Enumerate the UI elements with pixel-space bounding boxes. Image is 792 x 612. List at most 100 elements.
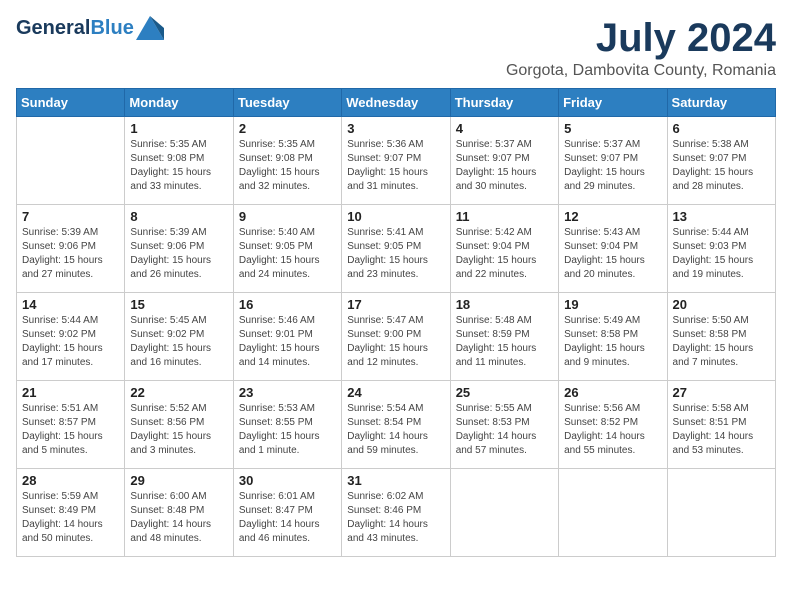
day-number: 18 [456, 297, 553, 312]
day-info: Sunrise: 5:56 AM Sunset: 8:52 PM Dayligh… [564, 402, 661, 458]
calendar-cell: 3 Sunrise: 5:36 AM Sunset: 9:07 PM Daylig… [342, 117, 450, 205]
day-info: Sunrise: 5:51 AM Sunset: 8:57 PM Dayligh… [22, 402, 119, 458]
day-info: Sunrise: 5:58 AM Sunset: 8:51 PM Dayligh… [673, 402, 770, 458]
calendar-cell: 11 Sunrise: 5:42 AM Sunset: 9:04 PM Dayli… [450, 205, 558, 293]
calendar-cell: 30Sunrise: 6:01 AM Sunset: 8:47 PM Dayli… [233, 469, 341, 557]
day-number: 7 [22, 209, 119, 224]
day-number: 22 [130, 385, 227, 400]
day-info: Sunrise: 5:37 AM Sunset: 9:07 PM Dayligh… [564, 138, 661, 194]
day-info: Sunrise: 5:40 AM Sunset: 9:05 PM Dayligh… [239, 226, 336, 282]
day-header-tuesday: Tuesday [233, 89, 341, 117]
calendar-cell: 17Sunrise: 5:47 AM Sunset: 9:00 PM Dayli… [342, 293, 450, 381]
calendar-cell: 14 Sunrise: 5:44 AM Sunset: 9:02 PM Dayli… [17, 293, 125, 381]
calendar-cell: 19Sunrise: 5:49 AM Sunset: 8:58 PM Dayli… [559, 293, 667, 381]
calendar-week-3: 14 Sunrise: 5:44 AM Sunset: 9:02 PM Dayli… [17, 293, 776, 381]
calendar-cell: 23 Sunrise: 5:53 AM Sunset: 8:55 PM Dayli… [233, 381, 341, 469]
day-info: Sunrise: 5:41 AM Sunset: 9:05 PM Dayligh… [347, 226, 444, 282]
calendar-cell: 13 Sunrise: 5:44 AM Sunset: 9:03 PM Dayli… [667, 205, 775, 293]
calendar-cell: 1 Sunrise: 5:35 AM Sunset: 9:08 PM Daylig… [125, 117, 233, 205]
day-number: 5 [564, 121, 661, 136]
day-number: 24 [347, 385, 444, 400]
day-info: Sunrise: 5:39 AM Sunset: 9:06 PM Dayligh… [130, 226, 227, 282]
calendar-cell: 12 Sunrise: 5:43 AM Sunset: 9:04 PM Dayli… [559, 205, 667, 293]
month-title: July 2024 [506, 16, 776, 60]
calendar-cell: 29 Sunrise: 6:00 AM Sunset: 8:48 PM Dayli… [125, 469, 233, 557]
day-info: Sunrise: 5:53 AM Sunset: 8:55 PM Dayligh… [239, 402, 336, 458]
calendar-cell: 18 Sunrise: 5:48 AM Sunset: 8:59 PM Dayli… [450, 293, 558, 381]
day-info: Sunrise: 5:45 AM Sunset: 9:02 PM Dayligh… [130, 314, 227, 370]
calendar-cell: 21 Sunrise: 5:51 AM Sunset: 8:57 PM Dayli… [17, 381, 125, 469]
day-info: Sunrise: 5:43 AM Sunset: 9:04 PM Dayligh… [564, 226, 661, 282]
day-number: 27 [673, 385, 770, 400]
day-info: Sunrise: 6:01 AM Sunset: 8:47 PM Dayligh… [239, 490, 336, 546]
day-header-saturday: Saturday [667, 89, 775, 117]
day-header-friday: Friday [559, 89, 667, 117]
day-number: 6 [673, 121, 770, 136]
day-header-monday: Monday [125, 89, 233, 117]
calendar-cell: 22 Sunrise: 5:52 AM Sunset: 8:56 PM Dayli… [125, 381, 233, 469]
calendar-cell: 9Sunrise: 5:40 AM Sunset: 9:05 PM Daylig… [233, 205, 341, 293]
calendar-cell [450, 469, 558, 557]
logo-general: GeneralBlue [16, 17, 134, 40]
day-number: 4 [456, 121, 553, 136]
day-info: Sunrise: 5:55 AM Sunset: 8:53 PM Dayligh… [456, 402, 553, 458]
day-number: 31 [347, 473, 444, 488]
calendar-cell: 7 Sunrise: 5:39 AM Sunset: 9:06 PM Daylig… [17, 205, 125, 293]
calendar-cell: 10 Sunrise: 5:41 AM Sunset: 9:05 PM Dayli… [342, 205, 450, 293]
calendar-cell: 16 Sunrise: 5:46 AM Sunset: 9:01 PM Dayli… [233, 293, 341, 381]
day-info: Sunrise: 6:00 AM Sunset: 8:48 PM Dayligh… [130, 490, 227, 546]
day-number: 11 [456, 209, 553, 224]
day-number: 29 [130, 473, 227, 488]
calendar-cell: 25 Sunrise: 5:55 AM Sunset: 8:53 PM Dayli… [450, 381, 558, 469]
calendar-cell: 6Sunrise: 5:38 AM Sunset: 9:07 PM Daylig… [667, 117, 775, 205]
calendar-week-4: 21 Sunrise: 5:51 AM Sunset: 8:57 PM Dayli… [17, 381, 776, 469]
calendar-cell: 20Sunrise: 5:50 AM Sunset: 8:58 PM Dayli… [667, 293, 775, 381]
day-number: 10 [347, 209, 444, 224]
calendar-cell: 15 Sunrise: 5:45 AM Sunset: 9:02 PM Dayli… [125, 293, 233, 381]
day-info: Sunrise: 5:42 AM Sunset: 9:04 PM Dayligh… [456, 226, 553, 282]
day-number: 16 [239, 297, 336, 312]
day-info: Sunrise: 5:46 AM Sunset: 9:01 PM Dayligh… [239, 314, 336, 370]
calendar-week-2: 7 Sunrise: 5:39 AM Sunset: 9:06 PM Daylig… [17, 205, 776, 293]
day-info: Sunrise: 5:44 AM Sunset: 9:03 PM Dayligh… [673, 226, 770, 282]
day-info: Sunrise: 5:39 AM Sunset: 9:06 PM Dayligh… [22, 226, 119, 282]
day-info: Sunrise: 5:35 AM Sunset: 9:08 PM Dayligh… [130, 138, 227, 194]
calendar-cell: 2Sunrise: 5:35 AM Sunset: 9:08 PM Daylig… [233, 117, 341, 205]
day-info: Sunrise: 5:52 AM Sunset: 8:56 PM Dayligh… [130, 402, 227, 458]
calendar-cell: 26 Sunrise: 5:56 AM Sunset: 8:52 PM Dayli… [559, 381, 667, 469]
day-number: 15 [130, 297, 227, 312]
day-number: 3 [347, 121, 444, 136]
day-number: 21 [22, 385, 119, 400]
day-header-thursday: Thursday [450, 89, 558, 117]
day-info: Sunrise: 5:44 AM Sunset: 9:02 PM Dayligh… [22, 314, 119, 370]
location-subtitle: Gorgota, Dambovita County, Romania [506, 62, 776, 80]
day-number: 1 [130, 121, 227, 136]
day-number: 2 [239, 121, 336, 136]
day-number: 12 [564, 209, 661, 224]
calendar-cell: 24Sunrise: 5:54 AM Sunset: 8:54 PM Dayli… [342, 381, 450, 469]
calendar-cell: 8 Sunrise: 5:39 AM Sunset: 9:06 PM Daylig… [125, 205, 233, 293]
day-info: Sunrise: 5:36 AM Sunset: 9:07 PM Dayligh… [347, 138, 444, 194]
day-header-sunday: Sunday [17, 89, 125, 117]
calendar-cell: 28Sunrise: 5:59 AM Sunset: 8:49 PM Dayli… [17, 469, 125, 557]
logo-icon [136, 16, 164, 40]
calendar-cell: 4Sunrise: 5:37 AM Sunset: 9:07 PM Daylig… [450, 117, 558, 205]
day-info: Sunrise: 5:49 AM Sunset: 8:58 PM Dayligh… [564, 314, 661, 370]
day-info: Sunrise: 6:02 AM Sunset: 8:46 PM Dayligh… [347, 490, 444, 546]
day-number: 8 [130, 209, 227, 224]
day-number: 14 [22, 297, 119, 312]
page-header: GeneralBlue July 2024 Gorgota, Dambovita… [16, 16, 776, 80]
calendar-table: SundayMondayTuesdayWednesdayThursdayFrid… [16, 88, 776, 557]
calendar-cell: 27 Sunrise: 5:58 AM Sunset: 8:51 PM Dayli… [667, 381, 775, 469]
day-info: Sunrise: 5:59 AM Sunset: 8:49 PM Dayligh… [22, 490, 119, 546]
calendar-header-row: SundayMondayTuesdayWednesdayThursdayFrid… [17, 89, 776, 117]
day-info: Sunrise: 5:50 AM Sunset: 8:58 PM Dayligh… [673, 314, 770, 370]
calendar-cell [559, 469, 667, 557]
calendar-week-5: 28Sunrise: 5:59 AM Sunset: 8:49 PM Dayli… [17, 469, 776, 557]
day-info: Sunrise: 5:48 AM Sunset: 8:59 PM Dayligh… [456, 314, 553, 370]
day-info: Sunrise: 5:47 AM Sunset: 9:00 PM Dayligh… [347, 314, 444, 370]
day-number: 13 [673, 209, 770, 224]
day-number: 26 [564, 385, 661, 400]
day-number: 23 [239, 385, 336, 400]
day-number: 25 [456, 385, 553, 400]
